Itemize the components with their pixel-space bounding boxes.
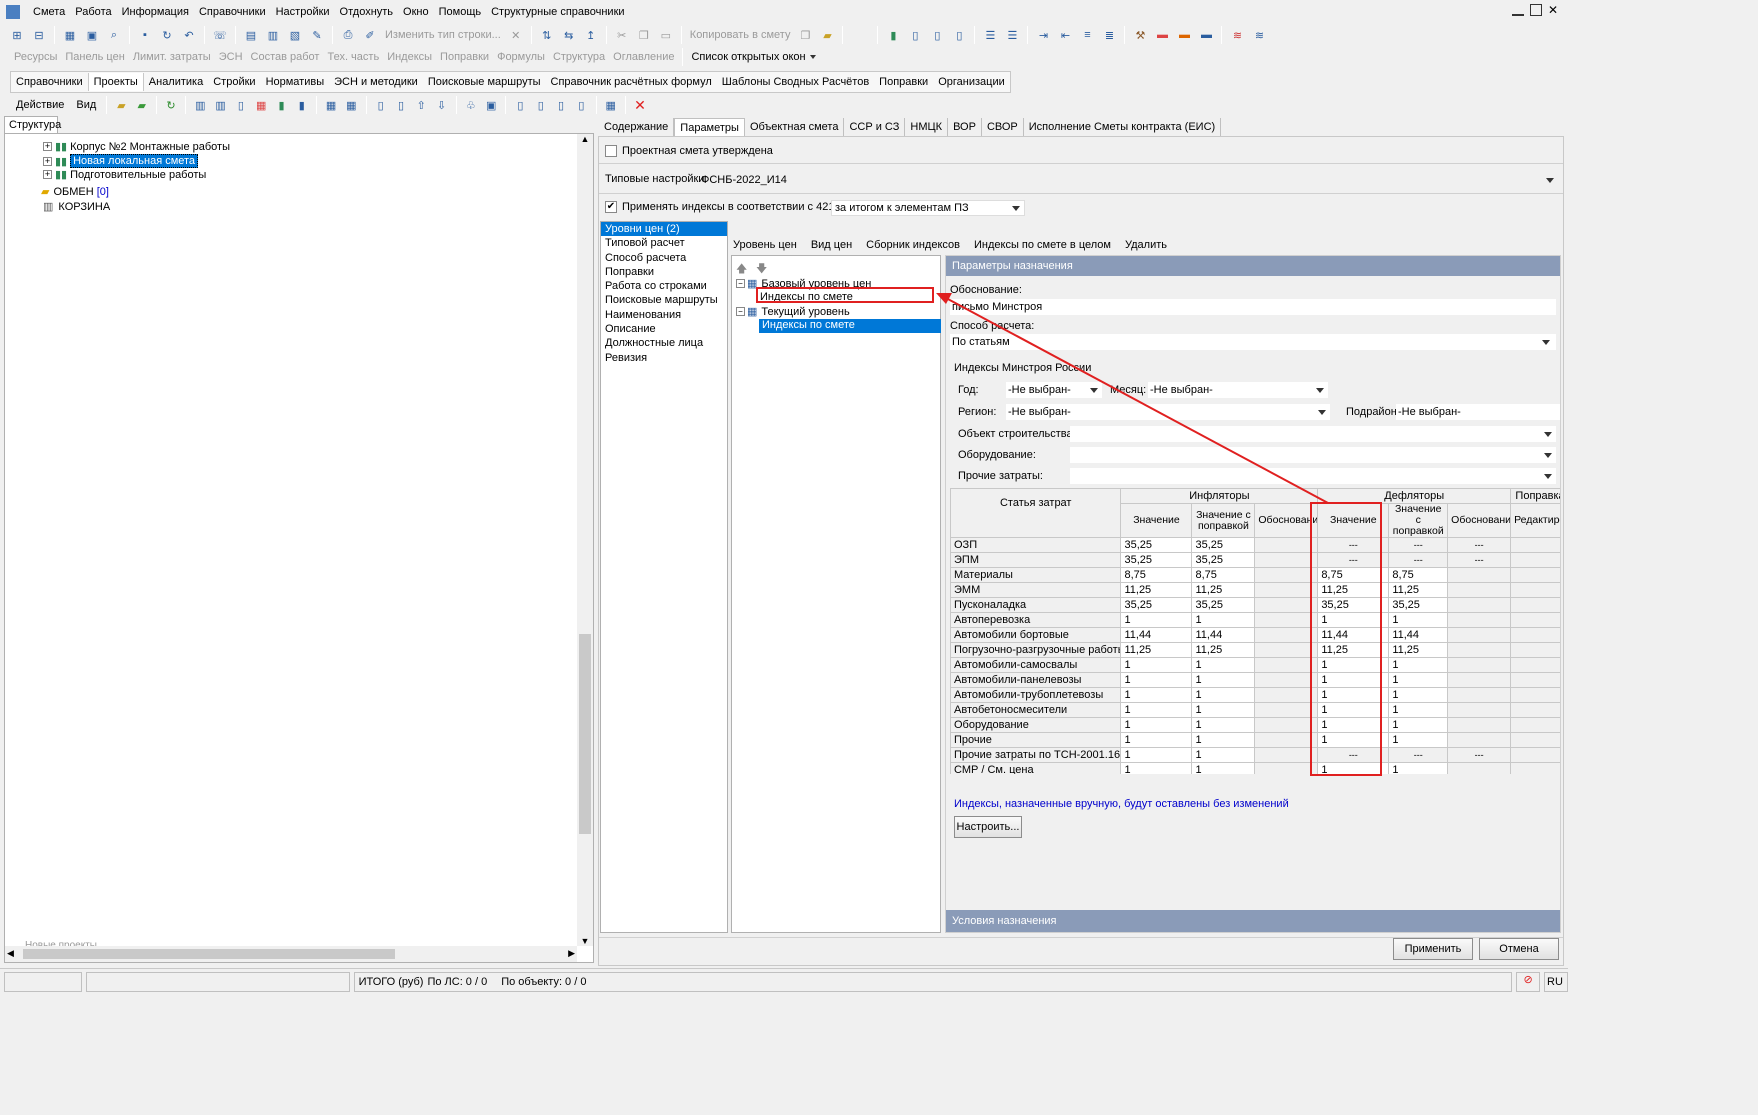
status-ls: По ЛС: 0 / 0 [427, 976, 488, 988]
status-totals: ИТОГО (руб) По ЛС: 0 / 0 По объекту: 0 /… [353, 972, 1513, 992]
annotation-arrow [936, 293, 1329, 504]
annotation-arrow-line [945, 297, 1329, 504]
annotation-arrow-head [936, 293, 952, 304]
no-sign-icon[interactable]: ⊘ [1516, 972, 1541, 992]
status-cell [4, 972, 82, 992]
status-obj: По объекту: 0 / 0 [501, 976, 587, 988]
status-bar: ИТОГО (руб) По ЛС: 0 / 0 По объекту: 0 /… [0, 968, 1568, 995]
language-indicator[interactable]: RU [1544, 972, 1568, 992]
status-total: ИТОГО (руб) [358, 976, 424, 988]
status-cell [85, 972, 350, 992]
